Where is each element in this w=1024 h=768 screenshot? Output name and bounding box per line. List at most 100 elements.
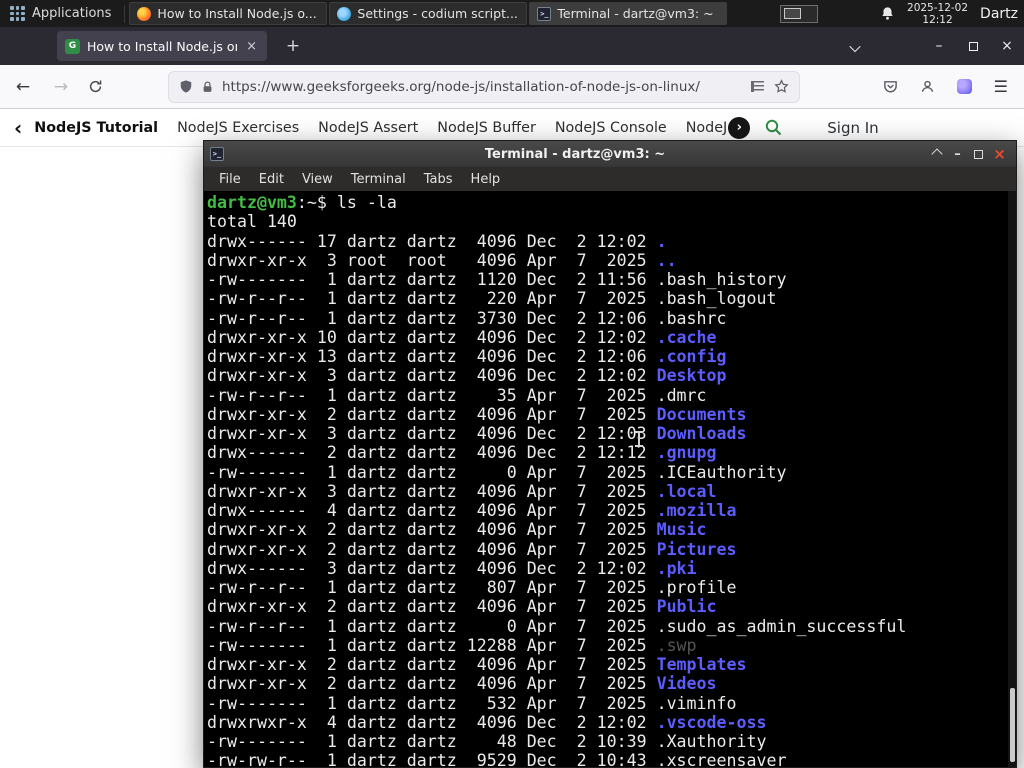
close-button[interactable]: ×: [989, 143, 1010, 165]
applications-grid-icon: [10, 6, 25, 21]
url-text: https://www.geeksforgeeks.org/node-js/in…: [222, 78, 700, 95]
tab-close-icon[interactable]: ×: [244, 39, 259, 54]
terminal-line: -rw-r--r-- 1 dartz dartz 0 Apr 7 2025 .s…: [207, 616, 907, 636]
panel-separator: [124, 4, 126, 23]
tab-title: How to Install Node.js on...: [87, 38, 237, 54]
notification-bell-icon[interactable]: [880, 6, 895, 21]
terminal-line: -rw-r--r-- 1 dartz dartz 3730 Dec 2 12:0…: [207, 308, 727, 328]
shade-button[interactable]: [926, 143, 947, 165]
terminal-prompt-line: dartz@vm3:~$ ls -la: [207, 193, 397, 212]
list-all-tabs-button[interactable]: [840, 37, 870, 56]
panel-right: 2025-12-02 12:12 Dartz: [880, 2, 1024, 26]
taskbar-button-firefox[interactable]: How to Install Node.js o...: [129, 2, 328, 25]
terminal-icon: >_: [537, 6, 552, 21]
menu-view[interactable]: View: [293, 172, 342, 187]
clock-time: 12:12: [922, 13, 953, 26]
menu-tabs[interactable]: Tabs: [415, 172, 462, 187]
nav-scroll-right-icon[interactable]: ›: [728, 116, 751, 139]
nav-link-nodejs-crypto[interactable]: NodeJS Crypto: [686, 120, 727, 136]
terminal-line: drwxr-xr-x 3 dartz dartz 4096 Dec 2 12:0…: [207, 424, 747, 443]
browser-toolbar: ← → https://www.geeksforgeeks.org/node-j…: [0, 65, 1024, 109]
applications-menu-button[interactable]: Applications: [0, 0, 121, 27]
shield-icon[interactable]: [179, 79, 193, 94]
taskbar-button-codium[interactable]: Settings - codium script...: [329, 2, 528, 25]
terminal-line: -rw------- 1 dartz dartz 48 Dec 2 10:39 …: [207, 732, 767, 751]
terminal-line: drwxr-xr-x 2 dartz dartz 4096 Apr 7 2025…: [207, 520, 707, 540]
terminal-line: -rw------- 1 dartz dartz 12288 Apr 7 202…: [207, 635, 697, 655]
nav-link-nodejs-tutorial[interactable]: NodeJS Tutorial: [34, 120, 158, 136]
terminal-window-title: Terminal - dartz@vm3: ~: [484, 146, 666, 162]
terminal-line: total 140: [207, 212, 297, 232]
terminal-line: drwx------ 4 dartz dartz 4096 Apr 7 2025…: [207, 501, 737, 520]
desktop: Applications How to Install Node.js o...…: [0, 0, 1024, 768]
terminal-line: drwxrwxr-x 4 dartz dartz 4096 Dec 2 12:0…: [207, 712, 767, 732]
extensions-icon[interactable]: [956, 79, 972, 94]
taskbar-button-terminal[interactable]: >_ Terminal - dartz@vm3: ~: [529, 2, 728, 25]
terminal-line: -rw------- 1 dartz dartz 532 Apr 7 2025 …: [207, 693, 737, 713]
menu-file[interactable]: File: [210, 172, 250, 187]
terminal-line: drwx------ 17 dartz dartz 4096 Dec 2 12:…: [207, 231, 667, 251]
menu-terminal[interactable]: Terminal: [342, 172, 415, 187]
gfg-nav-links: NodeJS Tutorial NodeJS Exercises NodeJS …: [34, 120, 726, 136]
back-button[interactable]: ←: [12, 77, 34, 97]
minimize-button[interactable]: –: [922, 31, 956, 61]
terminal-line: -rw-rw-r-- 1 dartz dartz 9529 Dec 2 10:4…: [207, 751, 787, 767]
terminal-scrollbar[interactable]: [1008, 191, 1016, 767]
terminal-line: -rw-r--r-- 1 dartz dartz 220 Apr 7 2025 …: [207, 289, 777, 309]
lock-icon[interactable]: [201, 80, 214, 94]
clock-date: 2025-12-02: [907, 1, 969, 14]
terminal-titlebar[interactable]: >_ Terminal - dartz@vm3: ~ – ×: [204, 141, 1016, 167]
terminal-line: drwxr-xr-x 3 dartz dartz 4096 Apr 7 2025…: [207, 481, 717, 501]
reader-view-icon[interactable]: [751, 81, 764, 92]
sign-in-button[interactable]: Sign In: [827, 119, 878, 137]
new-tab-button[interactable]: +: [281, 36, 305, 56]
scrollbar-thumb[interactable]: [1010, 688, 1015, 762]
nav-link-nodejs-console[interactable]: NodeJS Console: [555, 120, 667, 136]
nav-scroll-left-icon[interactable]: ‹: [14, 118, 22, 138]
browser-tab-bar: G How to Install Node.js on... × + – ×: [0, 27, 1024, 65]
workspace-switcher[interactable]: [780, 4, 819, 23]
address-bar[interactable]: https://www.geeksforgeeks.org/node-js/in…: [168, 70, 800, 103]
taskbar-title: Terminal - dartz@vm3: ~: [557, 6, 714, 21]
nav-link-nodejs-buffer[interactable]: NodeJS Buffer: [437, 120, 536, 136]
terminal-line: drwxr-xr-x 10 dartz dartz 4096 Dec 2 12:…: [207, 327, 717, 347]
terminal-line: drwx------ 3 dartz dartz 4096 Dec 2 12:0…: [207, 558, 697, 578]
minimize-button[interactable]: –: [947, 143, 968, 165]
close-button[interactable]: ×: [990, 31, 1024, 61]
search-icon[interactable]: [764, 118, 783, 137]
browser-tab[interactable]: G How to Install Node.js on... ×: [57, 31, 267, 61]
account-icon[interactable]: [920, 79, 935, 94]
terminal-line: -rw------- 1 dartz dartz 0 Apr 7 2025 .I…: [207, 462, 787, 482]
restore-button[interactable]: [956, 31, 990, 61]
gfg-favicon: G: [65, 38, 80, 54]
taskbar-title: How to Install Node.js o...: [157, 6, 317, 21]
firefox-icon: [137, 6, 152, 21]
reload-button[interactable]: [88, 79, 110, 94]
terminal-window: >_ Terminal - dartz@vm3: ~ – × File Edit…: [203, 140, 1017, 768]
window-controls: – ×: [840, 31, 1024, 61]
nav-link-nodejs-exercises[interactable]: NodeJS Exercises: [177, 120, 299, 136]
terminal-line: drwxr-xr-x 3 dartz dartz 4096 Dec 2 12:0…: [207, 366, 727, 386]
terminal-line: drwxr-xr-x 3 root root 4096 Apr 7 2025 .…: [207, 250, 677, 270]
terminal-menubar: File Edit View Terminal Tabs Help: [204, 167, 1016, 191]
applications-label: Applications: [32, 6, 112, 21]
panel-clock: 2025-12-02 12:12: [907, 2, 968, 26]
panel-username: Dartz: [980, 5, 1018, 22]
workspace-window-thumb: [784, 7, 802, 19]
top-panel: Applications How to Install Node.js o...…: [0, 0, 1024, 27]
menu-edit[interactable]: Edit: [250, 172, 293, 187]
terminal-line: -rw------- 1 dartz dartz 1120 Dec 2 11:5…: [207, 270, 787, 289]
codium-icon: [337, 6, 352, 21]
menu-button[interactable]: ☰: [994, 77, 1008, 96]
forward-button[interactable]: →: [50, 77, 72, 97]
maximize-button[interactable]: [968, 143, 989, 165]
terminal-line: drwx------ 2 dartz dartz 4096 Dec 2 12:1…: [207, 443, 717, 463]
pocket-icon[interactable]: [883, 79, 898, 94]
taskbar-title: Settings - codium script...: [357, 6, 518, 21]
menu-help[interactable]: Help: [462, 172, 510, 187]
nav-link-nodejs-assert[interactable]: NodeJS Assert: [318, 120, 418, 136]
terminal-line: drwxr-xr-x 2 dartz dartz 4096 Apr 7 2025…: [207, 597, 717, 617]
terminal-line: drwxr-xr-x 2 dartz dartz 4096 Apr 7 2025…: [207, 655, 747, 674]
bookmark-star-icon[interactable]: [774, 79, 789, 94]
terminal-output[interactable]: dartz@vm3:~$ ls -la total 140 drwx------…: [204, 191, 1016, 767]
